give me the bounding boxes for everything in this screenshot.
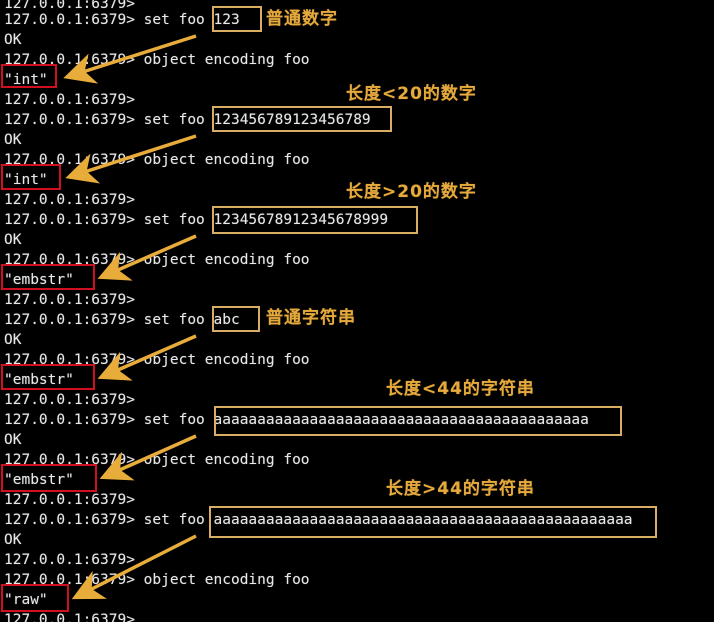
terminal-line: 127.0.0.1:6379> set foo 123 — [4, 12, 240, 28]
terminal-line: 127.0.0.1:6379> set foo aaaaaaaaaaaaaaaa… — [4, 412, 589, 428]
terminal-line: "raw" — [4, 592, 48, 608]
terminal-line: 127.0.0.1:6379> object encoding foo — [4, 452, 310, 468]
terminal-line: "int" — [4, 72, 48, 88]
terminal-line: 127.0.0.1:6379> — [4, 552, 135, 568]
terminal-line: 127.0.0.1:6379> object encoding foo — [4, 572, 310, 588]
terminal-line: OK — [4, 232, 22, 248]
annotation-label: 普通字符串 — [266, 308, 356, 328]
terminal-line: OK — [4, 432, 22, 448]
terminal-line: 127.0.0.1:6379> — [4, 392, 135, 408]
terminal-line: 127.0.0.1:6379> object encoding foo — [4, 52, 310, 68]
annotation-label: 长度>44的字符串 — [386, 479, 535, 499]
terminal-line: "int" — [4, 172, 48, 188]
terminal-line: 127.0.0.1:6379> — [4, 92, 135, 108]
terminal-line: 127.0.0.1:6379> set foo 1234567891234567… — [4, 112, 371, 128]
terminal-line: OK — [4, 32, 22, 48]
annotation-label: 长度>20的数字 — [346, 182, 477, 202]
terminal-line: "embstr" — [4, 272, 74, 288]
terminal-line: 127.0.0.1:6379> set foo aaaaaaaaaaaaaaaa… — [4, 512, 633, 528]
terminal-line: 127.0.0.1:6379> — [4, 292, 135, 308]
terminal-line: OK — [4, 532, 22, 548]
terminal-line: OK — [4, 132, 22, 148]
annotation-label: 长度<44的字符串 — [386, 379, 535, 399]
terminal-line: "embstr" — [4, 372, 74, 388]
terminal-line: 127.0.0.1:6379> object encoding foo — [4, 352, 310, 368]
terminal-line: OK — [4, 332, 22, 348]
annotation-label: 普通数字 — [266, 9, 338, 29]
terminal-line: 127.0.0.1:6379> set foo abc — [4, 312, 240, 328]
terminal-line: 127.0.0.1:6379> — [4, 492, 135, 508]
terminal-line: "embstr" — [4, 472, 74, 488]
terminal-line: 127.0.0.1:6379> object encoding foo — [4, 152, 310, 168]
terminal-line: 127.0.0.1:6379> — [4, 192, 135, 208]
annotation-label: 长度<20的数字 — [346, 84, 477, 104]
terminal-line: 127.0.0.1:6379> set foo 1234567891234567… — [4, 212, 389, 228]
terminal-window: 127.0.0.1:6379> 127.0.0.1:6379> set foo … — [0, 0, 714, 622]
terminal-line: 127.0.0.1:6379> — [4, 612, 135, 622]
terminal-line: 127.0.0.1:6379> object encoding foo — [4, 252, 310, 268]
